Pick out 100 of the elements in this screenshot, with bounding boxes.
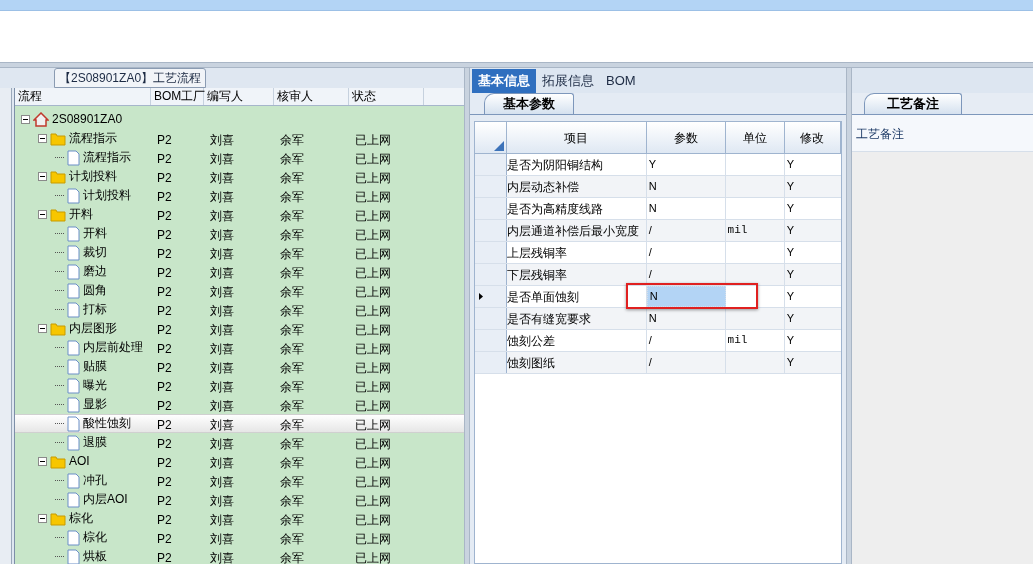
table-cell-text: 余军 (279, 341, 305, 356)
column-header[interactable]: 项目 (506, 122, 647, 153)
notes-tab[interactable]: 工艺备注 (864, 93, 962, 114)
collapse-icon[interactable] (38, 514, 47, 523)
table-row[interactable]: 是否为阴阳铜结构 Y Y (475, 154, 841, 176)
column-header[interactable]: BOM工厂 (151, 88, 204, 105)
tree-row[interactable]: 内层前处理 P2 刘喜 余军 已上网 (15, 338, 464, 357)
table-cell-text: P2 (156, 170, 173, 185)
tree-row[interactable]: 内层图形 P2 刘喜 余军 已上网 (15, 319, 464, 338)
column-header[interactable]: 编写人 (204, 88, 274, 105)
tree-row[interactable]: 冲孔 P2 刘喜 余军 已上网 (15, 471, 464, 490)
tree-row[interactable]: 流程指示 P2 刘喜 余军 已上网 (15, 129, 464, 148)
tree-label: 磨边 (83, 263, 107, 280)
collapse-icon[interactable] (38, 134, 47, 143)
sub-tab[interactable]: 基本参数 (484, 93, 574, 114)
document-icon (67, 263, 80, 280)
table-cell-text: P2 (156, 246, 173, 261)
table-row[interactable]: 上层残铜率 / Y (475, 242, 841, 264)
tree-row[interactable]: 棕化 P2 刘喜 余军 已上网 (15, 528, 464, 547)
tree-label: 冲孔 (83, 472, 107, 489)
folder-icon (50, 454, 66, 469)
collapse-icon[interactable] (38, 324, 47, 333)
column-header[interactable]: 参数 (646, 122, 726, 153)
table-cell-text: P2 (156, 322, 173, 337)
tab[interactable]: BOM (600, 69, 642, 93)
tree-row[interactable]: 打标 P2 刘喜 余军 已上网 (15, 300, 464, 319)
table-row[interactable]: 内层通道补偿后最小宽度 / mil Y (475, 220, 841, 242)
tab[interactable]: 基本信息 (472, 69, 536, 93)
document-icon (67, 472, 80, 489)
tree-row[interactable]: 内层AOI P2 刘喜 余军 已上网 (15, 490, 464, 509)
collapse-icon[interactable] (38, 457, 47, 466)
table-cell-text: 余军 (279, 132, 305, 147)
column-header[interactable]: 状态 (349, 88, 424, 105)
document-icon (67, 396, 80, 413)
tree-label: 退膜 (83, 434, 107, 451)
table-cell-text: Y (786, 223, 795, 239)
collapse-icon[interactable] (38, 210, 47, 219)
document-icon (67, 434, 80, 451)
splitter[interactable] (464, 68, 470, 564)
document-icon (67, 225, 80, 242)
table-row[interactable]: 蚀刻图纸 / Y (475, 352, 841, 374)
splitter[interactable] (846, 68, 852, 564)
tree-row[interactable]: 2S08901ZA0 (15, 110, 464, 129)
tree-row[interactable]: 开料 P2 刘喜 余军 已上网 (15, 205, 464, 224)
row-header[interactable] (475, 286, 507, 307)
table-cell-text: / (648, 245, 652, 261)
notes-label: 工艺备注 (856, 127, 904, 141)
table-cell-text: 已上网 (354, 512, 392, 527)
tree-row[interactable]: 曝光 P2 刘喜 余军 已上网 (15, 376, 464, 395)
folder-icon (50, 511, 66, 526)
document-icon (67, 377, 80, 394)
table-row[interactable]: 下层残铜率 / Y (475, 264, 841, 286)
tree-row[interactable]: 棕化 P2 刘喜 余军 已上网 (15, 509, 464, 528)
table-cell-text: mil (727, 333, 748, 349)
column-header[interactable]: 核审人 (274, 88, 349, 105)
tree-row[interactable]: 酸性蚀刻 P2 刘喜 余军 已上网 (15, 414, 464, 433)
table-cell-text: 刘喜 (209, 246, 235, 261)
tree-label: 内层AOI (83, 491, 128, 508)
tab[interactable]: 拓展信息 (536, 69, 600, 93)
column-header[interactable]: 修改 (784, 122, 841, 153)
table-cell-text: N (648, 201, 657, 217)
table-cell-text: 刘喜 (209, 284, 235, 299)
tree-row[interactable]: 流程指示 P2 刘喜 余军 已上网 (15, 148, 464, 167)
tree-row[interactable]: AOI P2 刘喜 余军 已上网 (15, 452, 464, 471)
tree-row[interactable]: 显影 P2 刘喜 余军 已上网 (15, 395, 464, 414)
table-row[interactable]: 是否为高精度线路 N Y (475, 198, 841, 220)
table-cell-text: 余军 (279, 284, 305, 299)
collapse-icon[interactable] (21, 115, 30, 124)
tree-label: 贴膜 (83, 358, 107, 375)
table-cell-text: 刘喜 (209, 170, 235, 185)
table-cell-text: 刘喜 (209, 341, 235, 356)
tree-row[interactable]: 开料 P2 刘喜 余军 已上网 (15, 224, 464, 243)
tree-row[interactable]: 贴膜 P2 刘喜 余军 已上网 (15, 357, 464, 376)
tree-label: 内层图形 (69, 320, 117, 337)
table-cell-text: 已上网 (354, 151, 392, 166)
column-header[interactable]: 流程 (15, 88, 151, 105)
tree-row[interactable]: 计划投料 P2 刘喜 余军 已上网 (15, 186, 464, 205)
column-header[interactable]: 单位 (725, 122, 785, 153)
table-cell-text: 余军 (279, 531, 305, 546)
tree-row[interactable]: 计划投料 P2 刘喜 余军 已上网 (15, 167, 464, 186)
tree-row[interactable]: 圆角 P2 刘喜 余军 已上网 (15, 281, 464, 300)
tree-label: 打标 (83, 301, 107, 318)
table-row[interactable]: 内层动态补偿 N Y (475, 176, 841, 198)
table-row[interactable]: 是否有缝宽要求 N Y (475, 308, 841, 330)
table-cell-text: 已上网 (354, 322, 392, 337)
tree-row[interactable]: 磨边 P2 刘喜 余军 已上网 (15, 262, 464, 281)
tree-row[interactable]: 退膜 P2 刘喜 余军 已上网 (15, 433, 464, 452)
tree-row[interactable]: 裁切 P2 刘喜 余军 已上网 (15, 243, 464, 262)
document-icon (67, 491, 80, 508)
table-cell-text: 已上网 (354, 436, 392, 451)
horizontal-splitter[interactable] (0, 62, 1033, 68)
table-row[interactable]: 蚀刻公差 / mil Y (475, 330, 841, 352)
tree-row[interactable]: 烘板 P2 刘喜 余军 已上网 (15, 547, 464, 564)
table-cell-text: 已上网 (354, 227, 392, 242)
table-cell-text: Y (786, 201, 795, 217)
table-row[interactable]: 是否单面蚀刻 N Y (475, 286, 841, 308)
table-cell-text: P2 (156, 151, 173, 166)
table-cell-text: 余军 (279, 417, 305, 432)
collapse-icon[interactable] (38, 172, 47, 181)
table-cell-text: 刘喜 (209, 493, 235, 508)
